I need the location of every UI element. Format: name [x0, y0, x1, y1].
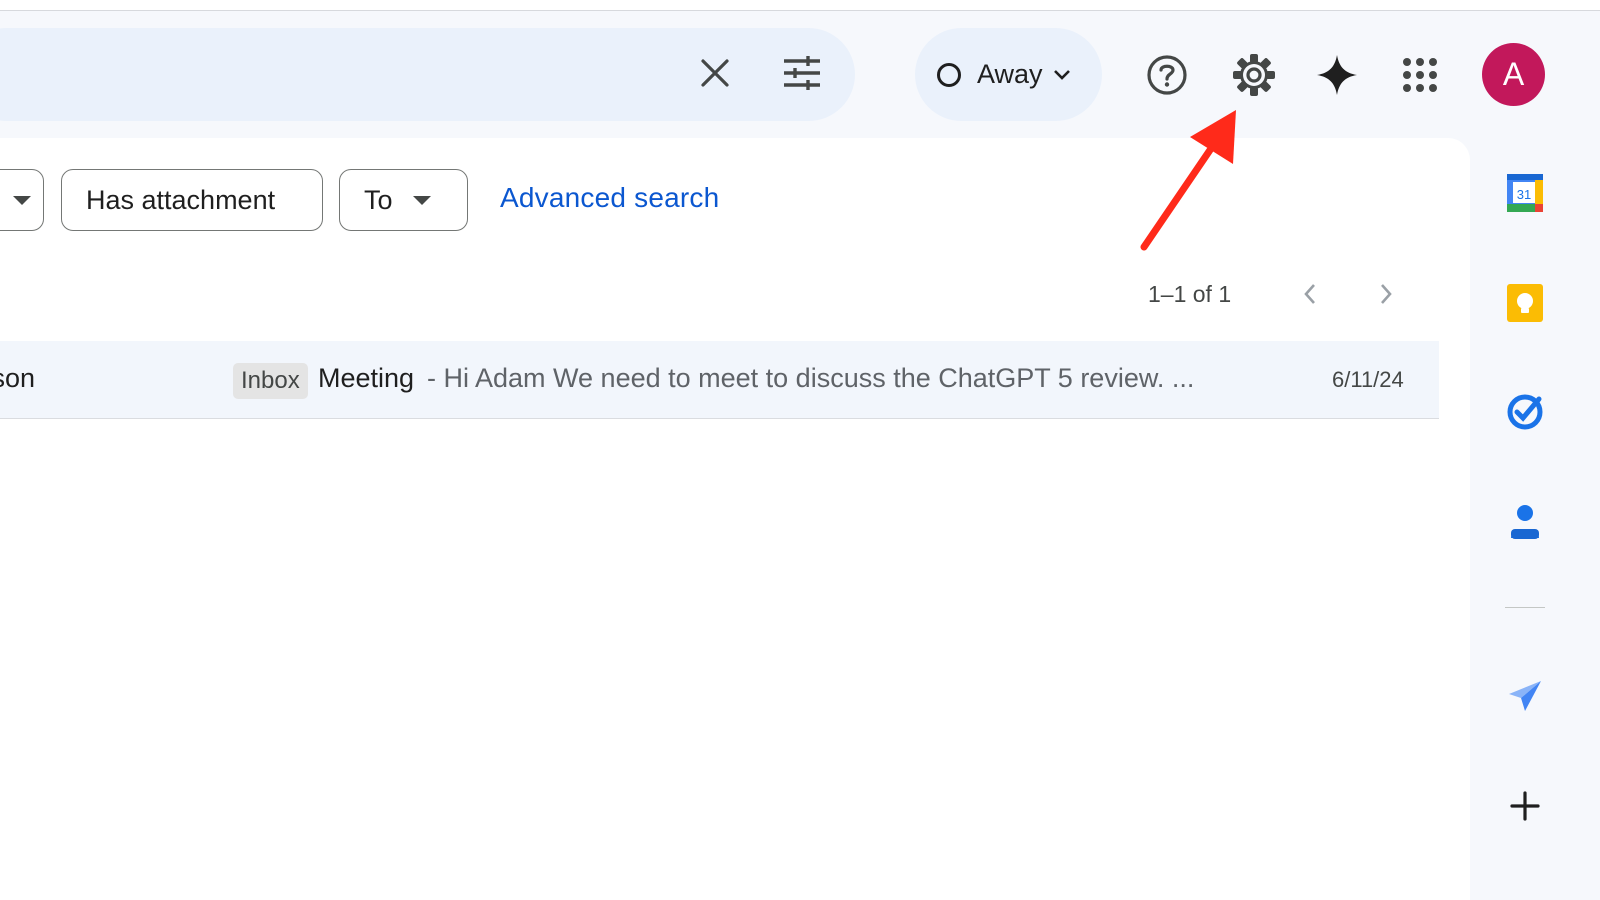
chevron-right-icon — [1381, 284, 1392, 304]
side-send-button[interactable] — [1502, 673, 1548, 719]
side-tasks-button[interactable] — [1502, 389, 1548, 435]
tune-icon — [784, 56, 820, 90]
account-avatar[interactable]: A — [1482, 43, 1545, 106]
browser-top-strip — [0, 0, 1600, 11]
close-icon — [701, 59, 729, 87]
email-date: 6/11/24 — [1332, 367, 1404, 392]
advanced-search-link[interactable]: Advanced search — [500, 182, 719, 214]
side-keep-button[interactable] — [1502, 280, 1548, 326]
previous-page-button[interactable] — [1292, 276, 1328, 312]
side-contacts-button[interactable] — [1502, 498, 1548, 544]
send-icon — [1509, 681, 1541, 711]
contacts-icon — [1511, 505, 1539, 539]
email-row[interactable]: son Inbox Meeting - Hi Adam We need to m… — [0, 341, 1439, 419]
email-sender: son — [0, 363, 35, 393]
next-page-button[interactable] — [1368, 276, 1404, 312]
filter-chip-dropdown[interactable] — [0, 169, 44, 231]
chevron-down-icon — [1053, 69, 1071, 81]
calendar-icon: 31 — [1507, 174, 1543, 212]
email-label-badge[interactable]: Inbox — [233, 363, 308, 399]
filter-chip-to[interactable]: To — [339, 169, 468, 231]
status-selector[interactable]: Away — [915, 28, 1102, 121]
email-snippet: - Hi Adam We need to meet to discuss the… — [427, 363, 1195, 393]
apps-button[interactable] — [1395, 50, 1445, 100]
help-icon — [1147, 55, 1187, 95]
keep-icon — [1507, 284, 1543, 322]
tasks-icon — [1507, 394, 1543, 430]
settings-icon — [1233, 54, 1275, 96]
add-icon — [1510, 791, 1540, 821]
gemini-button[interactable] — [1312, 50, 1362, 100]
clear-search-button[interactable] — [690, 50, 740, 96]
help-button[interactable] — [1142, 50, 1192, 100]
side-add-button[interactable] — [1502, 783, 1548, 829]
email-subject: Meeting — [318, 363, 415, 393]
apps-grid-icon — [1403, 58, 1437, 92]
search-options-button[interactable] — [776, 50, 828, 96]
status-ring-icon — [937, 62, 961, 87]
main-content-panel — [0, 138, 1470, 900]
status-label: Away — [977, 59, 1043, 89]
calendar-day-number: 31 — [1517, 187, 1531, 202]
filter-chip-to-label: To — [364, 184, 393, 215]
pagination-range: 1–1 of 1 — [1148, 281, 1232, 307]
side-panel-divider — [1505, 607, 1545, 608]
caret-down-icon — [13, 195, 31, 205]
chevron-left-icon — [1304, 284, 1315, 304]
caret-down-icon — [412, 195, 431, 205]
gemini-sparkle-icon — [1317, 55, 1357, 95]
filter-chip-has-attachment[interactable]: Has attachment — [61, 169, 323, 231]
side-calendar-button[interactable]: 31 — [1502, 170, 1548, 216]
settings-button[interactable] — [1229, 50, 1279, 100]
